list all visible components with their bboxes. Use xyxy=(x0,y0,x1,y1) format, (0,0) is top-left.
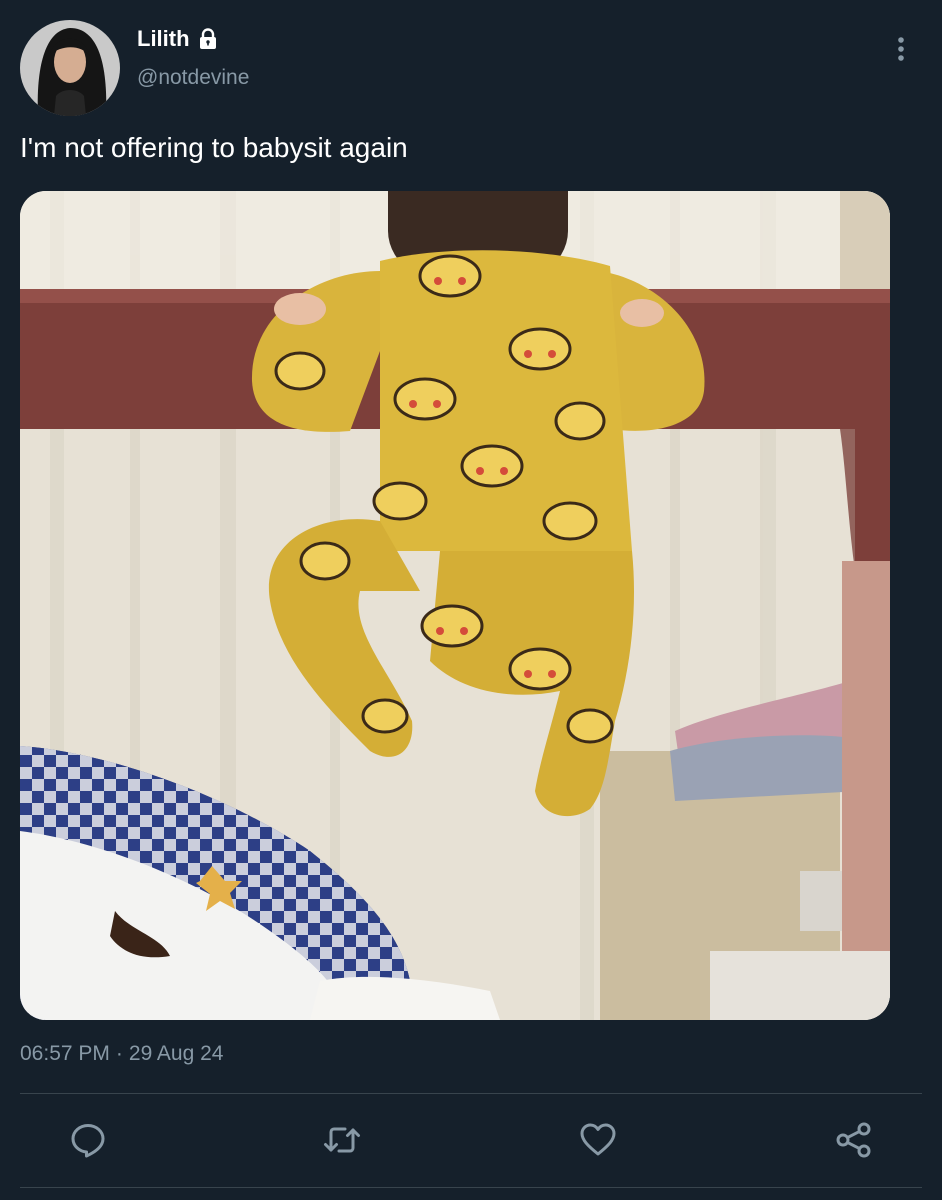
lock-icon xyxy=(196,27,220,51)
share-icon xyxy=(836,1122,871,1158)
display-name-text[interactable]: Lilith xyxy=(137,26,190,52)
more-vertical-icon xyxy=(898,37,904,61)
reply-button[interactable] xyxy=(66,1118,110,1162)
display-name[interactable]: Lilith xyxy=(137,26,220,52)
avatar[interactable] xyxy=(20,20,120,116)
tweet-text: I'm not offering to babysit again xyxy=(20,132,408,163)
tweet-timestamp[interactable]: 06:57 PM · 29 Aug 24 xyxy=(20,1042,223,1066)
reply-icon xyxy=(71,1124,105,1158)
baby-photo xyxy=(20,191,890,1020)
timestamp-separator: · xyxy=(115,1042,123,1065)
retweet-button[interactable] xyxy=(320,1118,364,1162)
timestamp-time: 06:57 PM xyxy=(20,1042,110,1065)
tweet-media[interactable] xyxy=(20,191,890,1020)
like-button[interactable] xyxy=(576,1118,620,1162)
more-options-button[interactable] xyxy=(886,33,916,65)
retweet-icon xyxy=(324,1127,360,1153)
handle[interactable]: @notdevine xyxy=(137,66,249,90)
divider-bottom xyxy=(20,1187,922,1188)
timestamp-date: 29 Aug 24 xyxy=(128,1042,224,1065)
divider xyxy=(20,1093,922,1094)
heart-icon xyxy=(580,1123,616,1156)
share-button[interactable] xyxy=(832,1118,876,1162)
